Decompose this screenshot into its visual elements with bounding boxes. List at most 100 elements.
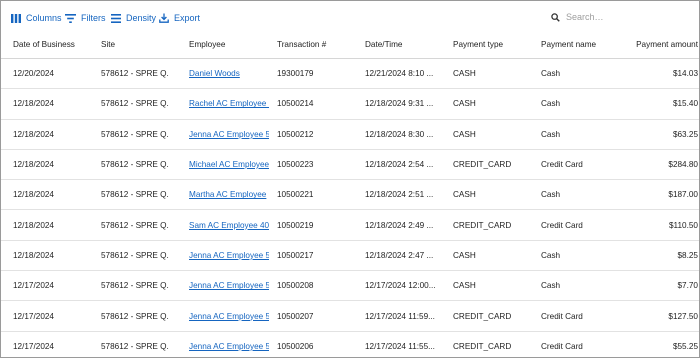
date-of-business-cell: 12/18/2024 xyxy=(13,99,54,109)
column-header-date-of-business[interactable]: Date of Business xyxy=(13,31,93,58)
table-body: 12/20/2024 578612 - SPRE Q... Daniel Woods… xyxy=(1,59,699,357)
date-time-cell: 12/21/2024 8:10 ... xyxy=(365,69,434,79)
search-box xyxy=(551,8,691,26)
table-header-row: Date of Business Site Employee Transacti… xyxy=(1,31,699,59)
search-input[interactable] xyxy=(566,12,676,22)
payment-amount-cell: $127.50 xyxy=(668,311,698,321)
date-of-business-cell: 12/18/2024 xyxy=(13,129,54,139)
employee-link: Daniel Woods xyxy=(189,59,269,88)
payment-amount-cell: $8.25 xyxy=(677,250,699,260)
payment-amount-cell: $110.50 xyxy=(669,220,698,230)
transaction-number-cell: 10500214 xyxy=(277,99,314,109)
payment-name-cell: Credit Card xyxy=(541,311,583,321)
employee-name-link[interactable]: Michael AC Employee xyxy=(189,160,269,169)
payment-type-cell: CASH xyxy=(453,190,476,200)
transaction-number-cell: 10500212 xyxy=(277,129,314,139)
payment-type-cell: CASH xyxy=(453,129,476,139)
employee-link: Jenna AC Employee 5 xyxy=(189,120,269,149)
site-cell: 578612 - SPRE Q... xyxy=(101,220,169,230)
table-row[interactable]: 12/18/2024 578612 - SPRE Q... Jenna AC Emp… xyxy=(1,241,699,272)
date-time-cell: 12/18/2024 2:54 ... xyxy=(365,160,434,170)
column-header-site[interactable]: Site xyxy=(101,31,169,58)
payment-name-cell: Credit Card xyxy=(541,220,583,230)
column-header-employee[interactable]: Employee xyxy=(189,31,269,58)
payment-amount-cell: $284.80 xyxy=(668,160,698,170)
payment-name-cell: Cash xyxy=(541,250,561,260)
employee-name-link[interactable]: Jenna AC Employee 5 xyxy=(189,281,269,290)
employee-name-link[interactable]: Rachel AC Employee 6 xyxy=(189,99,269,108)
column-header-payment-amount[interactable]: Payment amount xyxy=(621,31,698,58)
employee-name-link[interactable]: Jenna AC Employee 5 xyxy=(189,251,269,260)
site-cell: 578612 - SPRE Q... xyxy=(101,341,169,351)
export-button[interactable]: Export xyxy=(159,10,200,26)
table-row[interactable]: 12/20/2024 578612 - SPRE Q... Daniel Woods… xyxy=(1,59,699,90)
filters-button[interactable]: Filters xyxy=(65,10,106,26)
employee-link: Jenna AC Employee 5 xyxy=(189,241,269,270)
employee-link: Martha AC Employee xyxy=(189,180,269,209)
payment-type-cell: CASH xyxy=(453,99,476,109)
date-of-business-cell: 12/17/2024 xyxy=(13,311,54,321)
filter-icon xyxy=(65,13,76,23)
site-cell: 578612 - SPRE Q... xyxy=(101,311,169,321)
employee-name-link[interactable]: Jenna AC Employee 5 xyxy=(189,312,269,321)
column-header-payment-name[interactable]: Payment name xyxy=(541,31,621,58)
column-header-date-time[interactable]: Date/Time xyxy=(365,31,443,58)
table-row[interactable]: 12/18/2024 578612 - SPRE Q... Sam AC Emplo… xyxy=(1,210,699,241)
site-cell: 578612 - SPRE Q... xyxy=(101,99,169,109)
columns-label: Columns xyxy=(26,13,62,23)
table-row[interactable]: 12/17/2024 578612 - SPRE Q... Jenna AC Emp… xyxy=(1,301,699,332)
date-of-business-cell: 12/18/2024 xyxy=(13,220,54,230)
filters-label: Filters xyxy=(81,13,106,23)
employee-link: Michael AC Employee xyxy=(189,150,269,179)
date-of-business-cell: 12/20/2024 xyxy=(13,69,54,79)
payment-type-cell: CREDIT_CARD xyxy=(453,220,512,230)
employee-name-link[interactable]: Sam AC Employee 40 xyxy=(189,221,269,230)
transaction-number-cell: 10500219 xyxy=(277,220,314,230)
payment-name-cell: Cash xyxy=(541,190,561,200)
payment-amount-cell: $14.03 xyxy=(672,69,698,79)
payment-type-cell: CREDIT_CARD xyxy=(453,341,512,351)
transactions-table: Date of Business Site Employee Transacti… xyxy=(1,31,699,357)
date-time-cell: 12/18/2024 2:51 ... xyxy=(365,190,434,200)
employee-link: Jenna AC Employee 5 xyxy=(189,271,269,300)
table-row[interactable]: 12/18/2024 578612 - SPRE Q... Rachel AC Em… xyxy=(1,89,699,120)
transaction-number-cell: 10500208 xyxy=(277,281,314,291)
date-time-cell: 12/18/2024 9:31 ... xyxy=(365,99,434,109)
employee-name-link[interactable]: Martha AC Employee xyxy=(189,190,266,199)
date-of-business-cell: 12/17/2024 xyxy=(13,341,54,351)
payment-name-cell: Cash xyxy=(541,69,561,79)
transaction-number-cell: 10500223 xyxy=(277,160,314,170)
employee-link: Jenna AC Employee 5 xyxy=(189,301,269,330)
transaction-number-cell: 10500217 xyxy=(277,250,314,260)
table-row[interactable]: 12/18/2024 578612 - SPRE Q... Michael AC E… xyxy=(1,150,699,181)
payment-amount-cell: $55.25 xyxy=(672,341,698,351)
export-label: Export xyxy=(174,13,201,23)
density-button[interactable]: Density xyxy=(111,10,156,26)
date-of-business-cell: 12/18/2024 xyxy=(13,190,54,200)
employee-name-link[interactable]: Jenna AC Employee 5 xyxy=(189,130,269,139)
table-row[interactable]: 12/17/2024 578612 - SPRE Q... Jenna AC Emp… xyxy=(1,271,699,302)
column-header-payment-type[interactable]: Payment type xyxy=(453,31,533,58)
payment-amount-cell: $63.25 xyxy=(672,129,698,139)
payment-name-cell: Cash xyxy=(541,99,561,109)
employee-name-link[interactable]: Daniel Woods xyxy=(189,69,240,78)
employee-link: Sam AC Employee 40 xyxy=(189,210,269,239)
column-header-transaction-number[interactable]: Transaction # xyxy=(277,31,357,58)
site-cell: 578612 - SPRE Q... xyxy=(101,190,169,200)
site-cell: 578612 - SPRE Q... xyxy=(101,250,169,260)
payment-amount-cell: $15.40 xyxy=(672,99,698,109)
date-of-business-cell: 12/18/2024 xyxy=(13,160,54,170)
payment-type-cell: CREDIT_CARD xyxy=(453,160,512,170)
columns-icon xyxy=(11,13,21,23)
columns-button[interactable]: Columns xyxy=(11,10,62,26)
table-row[interactable]: 12/18/2024 578612 - SPRE Q... Jenna AC Emp… xyxy=(1,120,699,150)
grid-toolbar: Columns Filters Density Export xyxy=(1,1,699,33)
employee-link: Jenna AC Employee 5 xyxy=(189,332,269,357)
date-of-business-cell: 12/18/2024 xyxy=(13,250,54,260)
payment-name-cell: Cash xyxy=(541,129,561,139)
table-row[interactable]: 12/18/2024 578612 - SPRE Q... Martha AC Em… xyxy=(1,180,699,211)
date-time-cell: 12/18/2024 2:49 ... xyxy=(365,220,434,230)
table-row[interactable]: 12/17/2024 578612 - SPRE Q... Jenna AC Emp… xyxy=(1,332,699,357)
site-cell: 578612 - SPRE Q... xyxy=(101,281,169,291)
employee-name-link[interactable]: Jenna AC Employee 5 xyxy=(189,342,269,351)
